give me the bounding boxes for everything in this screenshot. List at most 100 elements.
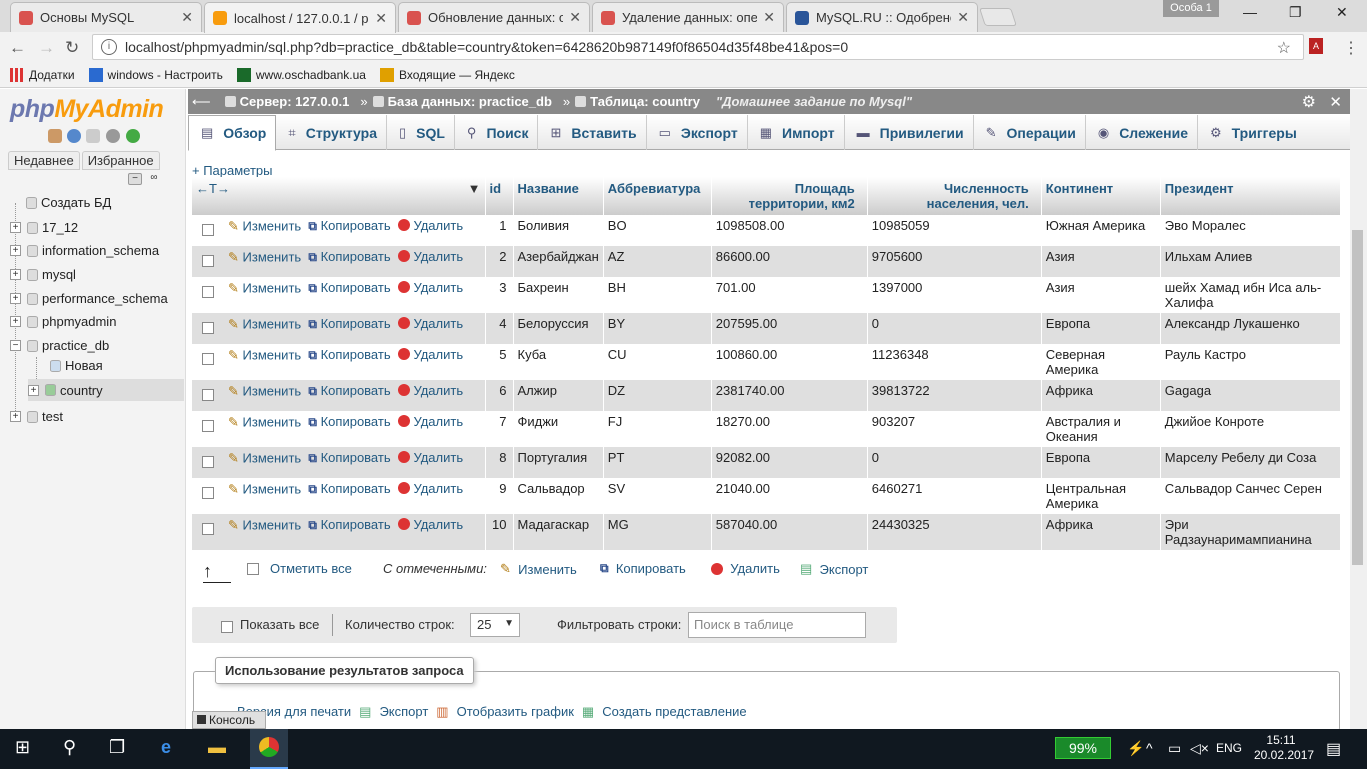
browser-tab[interactable]: Удаление данных: опер ✕ [592, 2, 784, 32]
cell-continent[interactable]: Европа [1041, 313, 1161, 344]
cell-abbreviation[interactable]: SV [603, 478, 712, 514]
db-node-mysql[interactable]: + mysql [10, 267, 76, 282]
cell-continent[interactable]: Австралия и Океания [1041, 411, 1161, 447]
bookmark-item[interactable]: www.oschadbank.ua [236, 67, 366, 82]
cell-president[interactable]: Джийое Конроте [1160, 411, 1342, 447]
minimize-icon[interactable]: — [1243, 4, 1257, 20]
file-explorer-icon[interactable]: ▬ [208, 737, 226, 758]
cell-id[interactable]: 10 [485, 514, 514, 550]
cell-abbreviation[interactable]: PT [603, 447, 712, 478]
cell-population[interactable]: 6460271 [867, 478, 1042, 514]
row-checkbox[interactable] [202, 224, 214, 236]
copy-row-button[interactable]: ⧉ Копировать [308, 218, 390, 233]
create-db-node[interactable]: Создать БД [26, 195, 111, 210]
favorites-tab[interactable]: Избранное [81, 151, 160, 170]
tab-import[interactable]: ▦ Импорт [748, 115, 845, 150]
settings-icon[interactable] [106, 129, 120, 143]
display-chart-link[interactable]: Отобразить график [457, 704, 574, 720]
apps-bookmark[interactable]: Додатки [10, 67, 75, 82]
close-icon[interactable]: ✕ [569, 9, 581, 26]
expand-icon[interactable]: + [10, 222, 21, 233]
cell-name[interactable]: Фиджи [513, 411, 604, 447]
cell-area[interactable]: 18270.00 [711, 411, 868, 447]
cell-area[interactable]: 1098508.00 [711, 215, 868, 246]
delete-row-button[interactable]: Удалить [397, 383, 463, 398]
help-icon[interactable] [67, 129, 81, 143]
cell-area[interactable]: 587040.00 [711, 514, 868, 550]
cell-name[interactable]: Мадагаскар [513, 514, 604, 550]
cell-population[interactable]: 9705600 [867, 246, 1042, 277]
bulk-edit-button[interactable]: ✎ Изменить [500, 561, 577, 577]
battery-indicator[interactable]: 99% [1055, 737, 1111, 759]
docs-icon[interactable] [86, 129, 100, 143]
collapse-icon[interactable]: − [10, 340, 21, 351]
window-close-icon[interactable]: ✕ [1336, 4, 1348, 21]
db-node-17_12[interactable]: +17_12 [10, 220, 78, 235]
maximize-panel-icon[interactable]: ✕ [1329, 93, 1342, 111]
cell-id[interactable]: 2 [485, 246, 514, 277]
cell-continent[interactable]: Южная Америка [1041, 215, 1161, 246]
chrome-taskbar-button[interactable] [250, 729, 288, 769]
column-header[interactable]: Аббревиатура [603, 177, 712, 215]
delete-row-button[interactable]: Удалить [397, 414, 463, 429]
cell-name[interactable]: Азербайджан [513, 246, 604, 277]
cell-name[interactable]: Сальвадор [513, 478, 604, 514]
cell-president[interactable]: Марселу Ребелу ди Соза [1160, 447, 1342, 478]
row-checkbox[interactable] [202, 523, 214, 535]
cell-id[interactable]: 6 [485, 380, 514, 411]
cell-population[interactable]: 903207 [867, 411, 1042, 447]
db-node-performance-schema[interactable]: + performance_schema [10, 291, 168, 306]
cell-president[interactable]: Рауль Кастро [1160, 344, 1342, 380]
db-node-test[interactable]: + test [10, 409, 63, 424]
console-button[interactable]: Консоль [192, 711, 266, 729]
cell-abbreviation[interactable]: BH [603, 277, 712, 313]
table-node-country[interactable]: + country [28, 379, 184, 401]
options-link[interactable]: + Параметры [192, 163, 273, 178]
delete-row-button[interactable]: Удалить [397, 218, 463, 233]
tab-sql[interactable]: ▯ SQL [387, 115, 455, 150]
check-all-checkbox[interactable] [247, 562, 259, 575]
cell-area[interactable]: 100860.00 [711, 344, 868, 380]
edit-row-button[interactable]: ✎ Изменить [228, 280, 301, 295]
bookmark-item[interactable]: Входящие — Яндекс [379, 67, 515, 82]
cell-id[interactable]: 5 [485, 344, 514, 380]
cell-id[interactable]: 9 [485, 478, 514, 514]
cell-continent[interactable]: Африка [1041, 514, 1161, 550]
browser-tab[interactable]: MySQL.RU :: Одобрено ✕ [786, 2, 978, 32]
edit-row-button[interactable]: ✎ Изменить [228, 347, 301, 362]
delete-row-button[interactable]: Удалить [397, 249, 463, 264]
reload-icon[interactable] [126, 129, 140, 143]
row-checkbox[interactable] [202, 420, 214, 432]
cell-abbreviation[interactable]: BO [603, 215, 712, 246]
cell-president[interactable]: Эри Радзаунаримампианина [1160, 514, 1342, 550]
cell-president[interactable]: Ильхам Алиев [1160, 246, 1342, 277]
cell-id[interactable]: 4 [485, 313, 514, 344]
cell-name[interactable]: Португалия [513, 447, 604, 478]
cell-population[interactable]: 1397000 [867, 277, 1042, 313]
db-node-practice-db[interactable]: − practice_db [10, 338, 109, 353]
column-header[interactable]: Название [513, 177, 604, 215]
cell-area[interactable]: 21040.00 [711, 478, 868, 514]
db-node-information-schema[interactable]: + information_schema [10, 243, 159, 258]
close-icon[interactable]: ✕ [763, 9, 775, 26]
tab-export[interactable]: ▭ Экспорт [647, 115, 748, 150]
tab-search[interactable]: ⚲ Поиск [455, 115, 539, 150]
cell-continent[interactable]: Азия [1041, 246, 1161, 277]
cell-president[interactable]: Эво Моралес [1160, 215, 1342, 246]
cell-continent[interactable]: Азия [1041, 277, 1161, 313]
bookmark-item[interactable]: windows - Настроить [88, 67, 223, 82]
reload-icon[interactable]: ↻ [65, 38, 79, 58]
edge-browser-icon[interactable]: e [161, 737, 171, 758]
delete-row-button[interactable]: Удалить [397, 517, 463, 532]
tab-operations[interactable]: ✎ Операции [974, 115, 1086, 150]
cell-population[interactable]: 10985059 [867, 215, 1042, 246]
row-checkbox[interactable] [202, 255, 214, 267]
edit-row-button[interactable]: ✎ Изменить [228, 249, 301, 264]
browser-tab-active[interactable]: localhost / 127.0.0.1 / practice ✕ [204, 2, 396, 33]
collapse-all-icon[interactable]: − [128, 173, 142, 185]
column-header[interactable]: Президент [1160, 177, 1342, 215]
cell-area[interactable]: 2381740.00 [711, 380, 868, 411]
create-view-link[interactable]: Создать представление [602, 704, 746, 720]
column-header[interactable]: id [485, 177, 514, 215]
new-table-node[interactable]: Новая [50, 358, 103, 373]
